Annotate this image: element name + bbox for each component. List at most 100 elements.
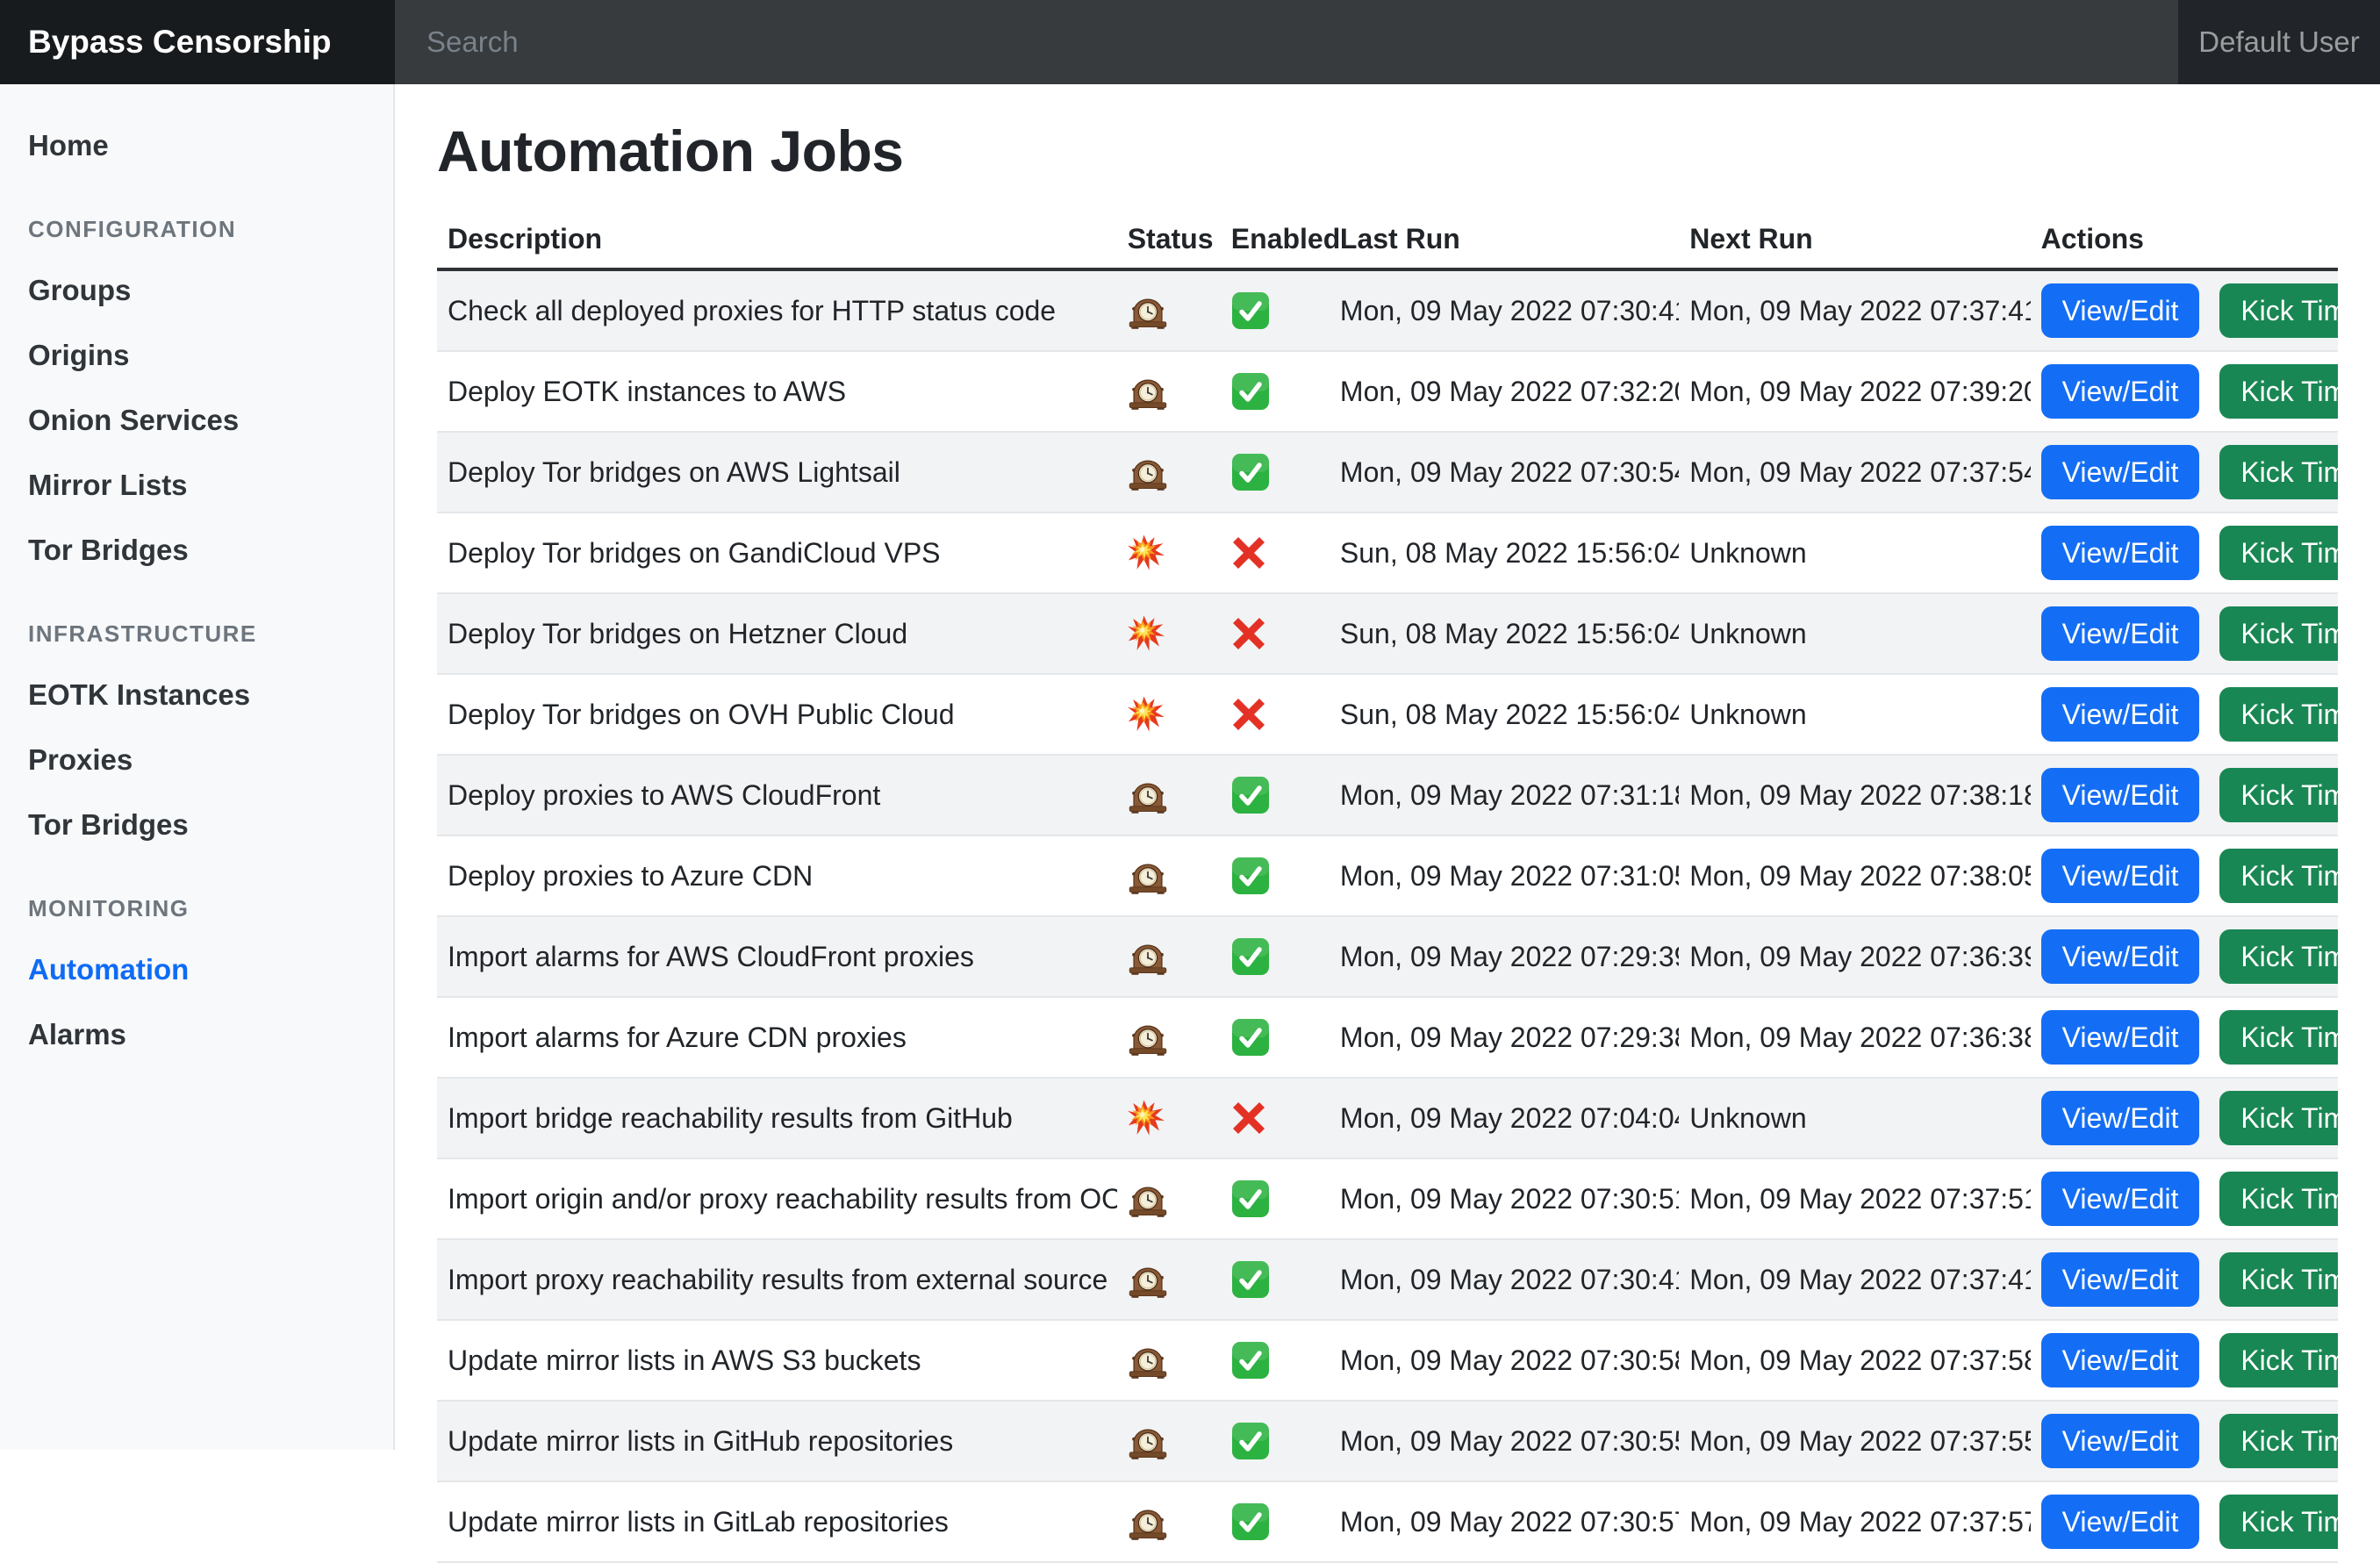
sidebar-item-automation[interactable]: Automation [0, 949, 393, 991]
kick-timer-button[interactable]: Kick Timer [2219, 364, 2338, 419]
view-edit-button[interactable]: View/Edit [2041, 1010, 2200, 1065]
sidebar-item-mirror-lists[interactable]: Mirror Lists [0, 464, 393, 506]
enabled-check-icon [1231, 291, 1270, 330]
table-row: Update mirror lists in GitHub repositori… [437, 1401, 2338, 1481]
job-actions-cell: View/Edit Kick Timer [2031, 1239, 2338, 1320]
job-next-run: Unknown [1679, 1078, 2030, 1158]
view-edit-button[interactable]: View/Edit [2041, 849, 2200, 903]
sidebar-item-eotk-instances[interactable]: EOTK Instances [0, 674, 393, 716]
job-status-cell [1117, 351, 1221, 432]
view-edit-button[interactable]: View/Edit [2041, 687, 2200, 742]
job-last-run: Mon, 09 May 2022 07:29:39 [1330, 916, 1679, 997]
collision-icon [1128, 534, 1165, 571]
kick-timer-button[interactable]: Kick Timer [2219, 687, 2338, 742]
view-edit-button[interactable]: View/Edit [2041, 1172, 2200, 1226]
view-edit-button[interactable]: View/Edit [2041, 1495, 2200, 1549]
job-last-run: Mon, 09 May 2022 07:32:20 [1330, 351, 1679, 432]
job-description: Deploy Tor bridges on Hetzner Cloud [437, 593, 1117, 674]
sidebar-item-alarms[interactable]: Alarms [0, 1014, 393, 1056]
view-edit-button[interactable]: View/Edit [2041, 526, 2200, 580]
kick-timer-button[interactable]: Kick Timer [2219, 283, 2338, 338]
job-last-run: Mon, 09 May 2022 07:31:18 [1330, 755, 1679, 835]
kick-timer-button[interactable]: Kick Timer [2219, 1252, 2338, 1307]
job-actions-cell: View/Edit Kick Timer [2031, 835, 2338, 916]
job-enabled-cell [1221, 1239, 1330, 1320]
sidebar-item-tor-bridges[interactable]: Tor Bridges [0, 804, 393, 846]
job-next-run: Mon, 09 May 2022 07:37:41 [1679, 269, 2030, 351]
job-enabled-cell [1221, 1481, 1330, 1562]
kick-timer-button[interactable]: Kick Timer [2219, 929, 2338, 984]
view-edit-button[interactable]: View/Edit [2041, 768, 2200, 822]
job-next-run: Unknown [1679, 674, 2030, 755]
sidebar-item-onion-services[interactable]: Onion Services [0, 399, 393, 441]
job-next-run: Mon, 09 May 2022 07:37:55 [1679, 1401, 2030, 1481]
job-enabled-cell [1221, 593, 1330, 674]
sidebar-item-home[interactable]: Home [0, 125, 393, 167]
job-status-cell [1117, 1239, 1221, 1320]
view-edit-button[interactable]: View/Edit [2041, 1091, 2200, 1145]
job-enabled-cell [1221, 1078, 1330, 1158]
job-actions-cell: View/Edit Kick Timer [2031, 674, 2338, 755]
mantelpiece-clock-icon [1128, 938, 1168, 975]
job-next-run: Unknown [1679, 513, 2030, 593]
enabled-check-icon [1231, 1341, 1270, 1380]
table-row: Import alarms for Azure CDN proxies Mon,… [437, 997, 2338, 1078]
job-status-cell [1117, 1401, 1221, 1481]
kick-timer-button[interactable]: Kick Timer [2219, 1495, 2338, 1549]
job-status-cell [1117, 755, 1221, 835]
job-description: Deploy Tor bridges on AWS Lightsail [437, 432, 1117, 513]
sidebar-item-proxies[interactable]: Proxies [0, 739, 393, 781]
kick-timer-button[interactable]: Kick Timer [2219, 606, 2338, 661]
job-description: Deploy Tor bridges on GandiCloud VPS [437, 513, 1117, 593]
job-status-cell [1117, 432, 1221, 513]
job-enabled-cell [1221, 1320, 1330, 1401]
sidebar-section-monitoring: MONITORING [28, 895, 365, 922]
job-actions-cell: View/Edit Kick Timer [2031, 593, 2338, 674]
job-actions-cell: View/Edit Kick Timer [2031, 916, 2338, 997]
view-edit-button[interactable]: View/Edit [2041, 445, 2200, 499]
view-edit-button[interactable]: View/Edit [2041, 1333, 2200, 1387]
view-edit-button[interactable]: View/Edit [2041, 364, 2200, 419]
enabled-check-icon [1231, 453, 1270, 491]
job-last-run: Mon, 09 May 2022 07:30:58 [1330, 1320, 1679, 1401]
enabled-check-icon [1231, 372, 1270, 411]
kick-timer-button[interactable]: Kick Timer [2219, 445, 2338, 499]
view-edit-button[interactable]: View/Edit [2041, 1414, 2200, 1468]
job-next-run: Mon, 09 May 2022 07:37:58 [1679, 1320, 2030, 1401]
page-layout: HomeCONFIGURATIONGroupsOriginsOnion Serv… [0, 84, 2380, 1450]
sidebar-item-groups[interactable]: Groups [0, 269, 393, 312]
view-edit-button[interactable]: View/Edit [2041, 1252, 2200, 1307]
view-edit-button[interactable]: View/Edit [2041, 606, 2200, 661]
kick-timer-button[interactable]: Kick Timer [2219, 526, 2338, 580]
sidebar-item-tor-bridges[interactable]: Tor Bridges [0, 529, 393, 571]
job-actions-cell: View/Edit Kick Timer [2031, 997, 2338, 1078]
enabled-check-icon [1231, 1422, 1270, 1460]
kick-timer-button[interactable]: Kick Timer [2219, 1172, 2338, 1226]
job-next-run: Mon, 09 May 2022 07:38:05 [1679, 835, 2030, 916]
app-brand[interactable]: Bypass Censorship [0, 0, 395, 84]
job-next-run: Mon, 09 May 2022 07:36:38 [1679, 997, 2030, 1078]
table-row: Import bridge reachability results from … [437, 1078, 2338, 1158]
kick-timer-button[interactable]: Kick Timer [2219, 1091, 2338, 1145]
enabled-check-icon [1231, 857, 1270, 895]
view-edit-button[interactable]: View/Edit [2041, 283, 2200, 338]
sidebar-item-origins[interactable]: Origins [0, 334, 393, 376]
view-edit-button[interactable]: View/Edit [2041, 929, 2200, 984]
table-row: Deploy EOTK instances to AWS Mon, 09 May… [437, 351, 2338, 432]
mantelpiece-clock-icon [1128, 1019, 1168, 1056]
job-enabled-cell [1221, 916, 1330, 997]
kick-timer-button[interactable]: Kick Timer [2219, 1333, 2338, 1387]
job-actions-cell: View/Edit Kick Timer [2031, 1481, 2338, 1562]
kick-timer-button[interactable]: Kick Timer [2219, 1414, 2338, 1468]
job-description: Deploy EOTK instances to AWS [437, 351, 1117, 432]
kick-timer-button[interactable]: Kick Timer [2219, 1010, 2338, 1065]
kick-timer-button[interactable]: Kick Timer [2219, 768, 2338, 822]
table-row: Import proxy reachability results from e… [437, 1239, 2338, 1320]
user-menu[interactable]: Default User [2178, 0, 2380, 84]
job-description: Update mirror lists in AWS S3 buckets [437, 1320, 1117, 1401]
job-last-run: Mon, 09 May 2022 07:30:41 [1330, 1239, 1679, 1320]
search-input[interactable] [395, 0, 2178, 84]
table-row: Deploy Tor bridges on OVH Public Cloud S… [437, 674, 2338, 755]
kick-timer-button[interactable]: Kick Timer [2219, 849, 2338, 903]
job-description: Deploy Tor bridges on OVH Public Cloud [437, 674, 1117, 755]
